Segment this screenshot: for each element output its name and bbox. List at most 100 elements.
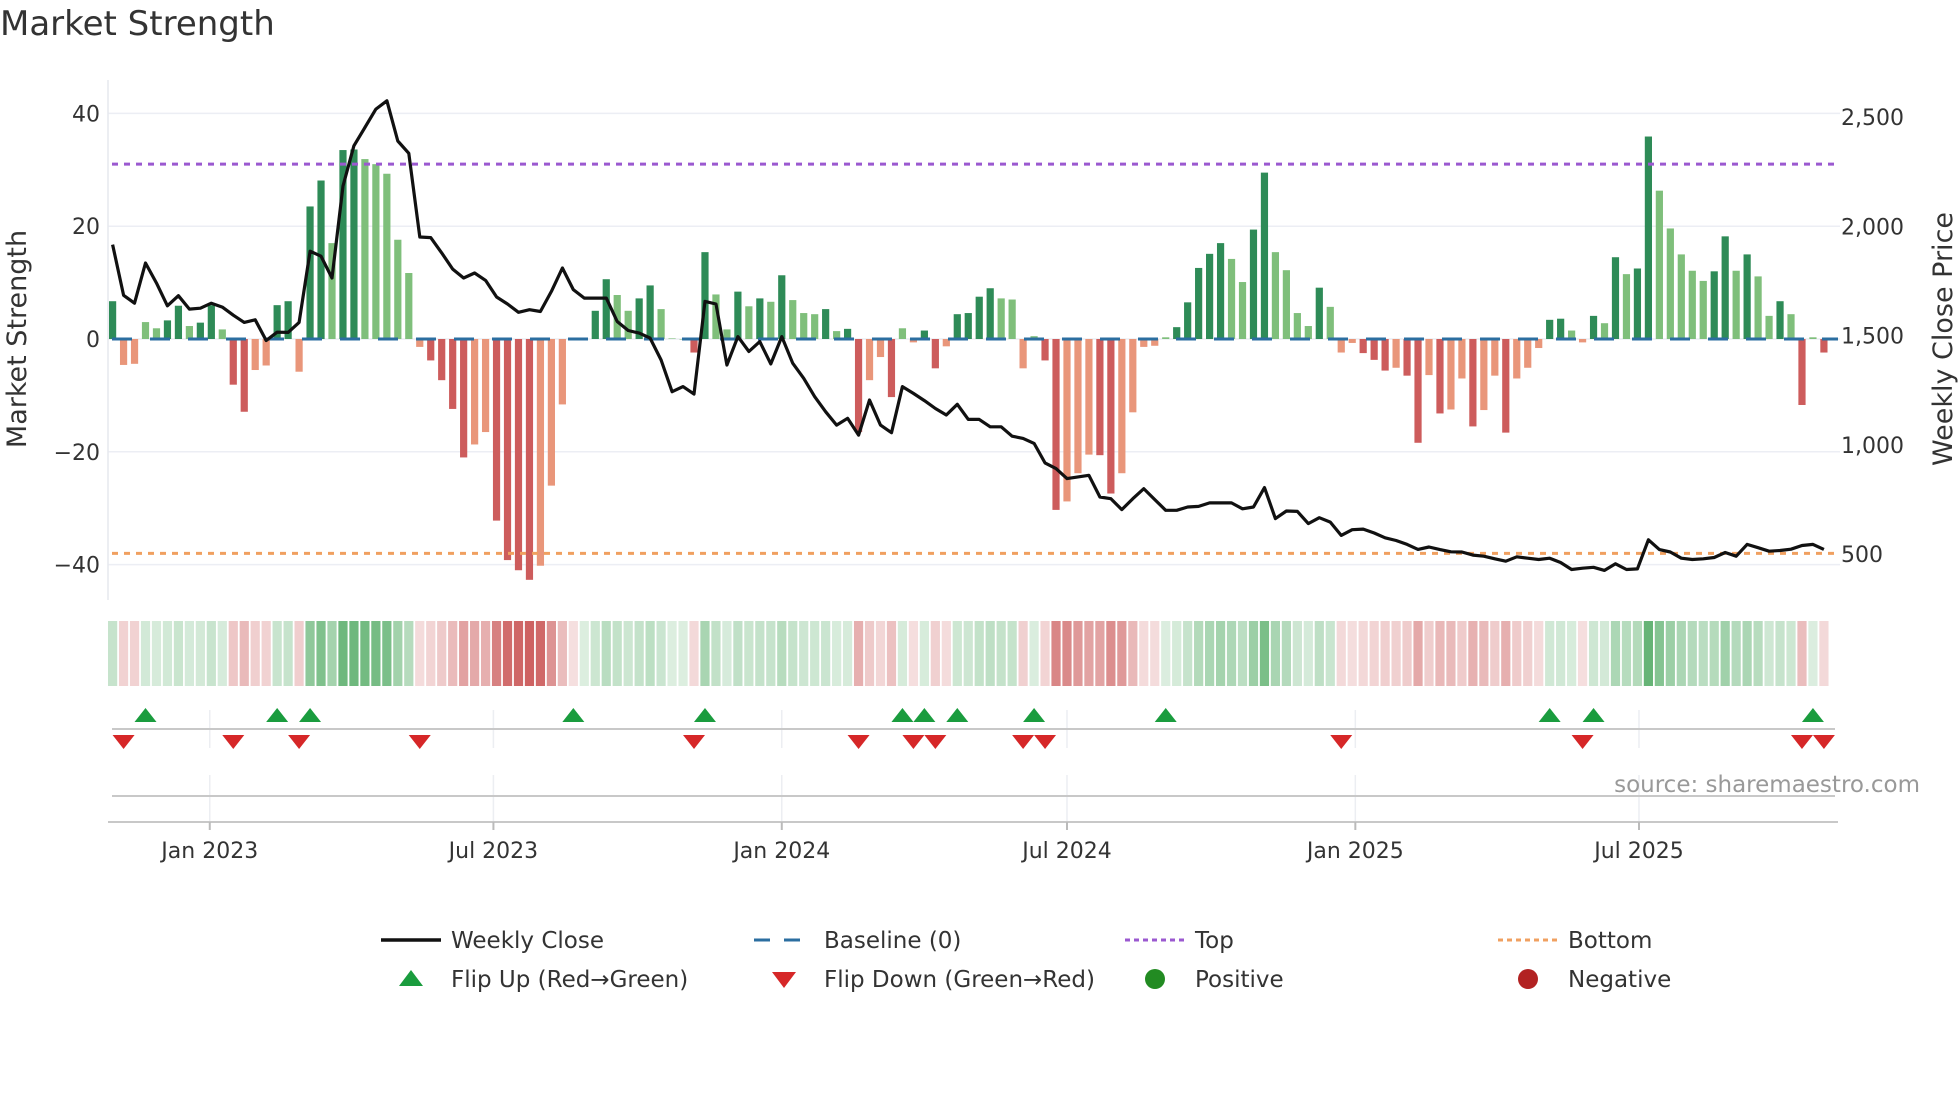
strength-bar (383, 173, 391, 339)
legend-item-flip-up: Flip Up (Red→Green) (399, 967, 688, 993)
heat-cell (338, 621, 348, 686)
y2-tick-label: 500 (1841, 543, 1883, 568)
strength-bar (1677, 254, 1685, 339)
strength-bar (1447, 339, 1455, 410)
strength-bar (1699, 280, 1707, 339)
heat-cell (524, 621, 535, 686)
flip-down-marker (924, 735, 947, 749)
flip-up-marker (693, 708, 716, 722)
strength-bar (1041, 339, 1049, 361)
heat-cell (1062, 621, 1072, 686)
strength-bar (1721, 236, 1729, 339)
heat-cell (886, 621, 897, 686)
strength-bar (1557, 318, 1565, 339)
strength-bar (405, 273, 413, 339)
strength-bar (1173, 327, 1181, 339)
heat-cell (546, 621, 556, 686)
heat-cell (327, 621, 337, 686)
legend-label: Positive (1195, 967, 1284, 993)
strength-bar (471, 339, 479, 445)
strength-bar (1436, 339, 1444, 414)
strength-bar (602, 279, 610, 339)
heat-cell (448, 621, 458, 686)
heat-cell (678, 621, 688, 686)
strength-bar (822, 309, 830, 339)
flip-up-marker (134, 708, 157, 722)
heat-cell (1665, 621, 1675, 686)
heat-cell (1292, 621, 1302, 686)
strength-bar (174, 305, 183, 339)
strength-bar (492, 339, 501, 521)
strength-bar (1600, 323, 1609, 339)
heat-cell (1621, 621, 1632, 686)
heat-cell (766, 621, 776, 686)
heat-cell (667, 621, 677, 686)
strength-bar (1414, 339, 1422, 443)
heat-cell (700, 621, 710, 686)
y2-tick-label: 1,000 (1841, 434, 1904, 459)
heat-cell (1161, 621, 1171, 686)
level-lines (112, 162, 1838, 555)
heat-cell (1106, 621, 1116, 686)
heat-cell (1040, 621, 1050, 686)
strength-bar (240, 339, 248, 412)
strength-bar (1085, 339, 1093, 455)
heat-cell (930, 621, 940, 686)
strength-bar (185, 326, 193, 339)
heat-cell (612, 621, 622, 686)
heat-cell (1281, 621, 1291, 686)
strength-bar (854, 339, 863, 433)
heat-cell (129, 621, 140, 686)
strength-bar (481, 339, 490, 433)
strength-bar (1622, 274, 1631, 339)
heat-cell (1567, 621, 1577, 686)
heat-cell (239, 621, 249, 686)
heat-cell (1588, 621, 1599, 686)
y-tick-label: −40 (54, 554, 100, 579)
strength-bar (1644, 136, 1652, 339)
strength-bar (1820, 339, 1828, 353)
heat-cell (963, 621, 973, 686)
heat-cell (1632, 621, 1643, 686)
strength-bar (1765, 315, 1773, 339)
strength-bar (1348, 339, 1356, 343)
strength-bar (1227, 258, 1236, 339)
heat-cell (634, 621, 644, 686)
strength-bar (558, 339, 566, 405)
strength-bar (1589, 315, 1598, 339)
heat-cell (1117, 621, 1127, 686)
heat-cell (1018, 621, 1028, 686)
heat-cell (1413, 621, 1423, 686)
heat-cell (1687, 621, 1697, 686)
y2-tick-label: 2,000 (1841, 215, 1904, 240)
heat-cell (908, 621, 919, 686)
strength-bar (1458, 339, 1466, 379)
flip-up-marker (913, 708, 936, 722)
strength-bar (536, 339, 545, 566)
strength-bar (427, 339, 435, 361)
heat-cell (349, 621, 359, 686)
x-tick-label: Jan 2023 (159, 839, 258, 864)
strength-bar (1359, 339, 1367, 354)
heat-cell (1501, 621, 1511, 686)
legend-label: Bottom (1568, 928, 1652, 954)
strength-bar (1403, 339, 1411, 376)
strength-bar (503, 339, 512, 561)
heat-cell (1303, 621, 1313, 686)
strength-bar (1776, 301, 1784, 339)
strength-bar (295, 339, 303, 372)
heat-cell (1720, 621, 1730, 686)
strength-bar (1315, 287, 1323, 339)
heat-cell (470, 621, 480, 686)
strength-bar (350, 149, 358, 339)
strength-bar (1798, 339, 1806, 405)
strength-bar (1787, 314, 1795, 339)
flip-down-marker (1812, 735, 1835, 749)
heat-cell (393, 621, 403, 686)
heat-cell (184, 621, 194, 686)
heat-cell (952, 621, 962, 686)
heat-cell (1084, 621, 1094, 686)
heat-cell (1731, 621, 1741, 686)
heat-cell (656, 621, 666, 686)
strength-bar (1633, 268, 1642, 339)
